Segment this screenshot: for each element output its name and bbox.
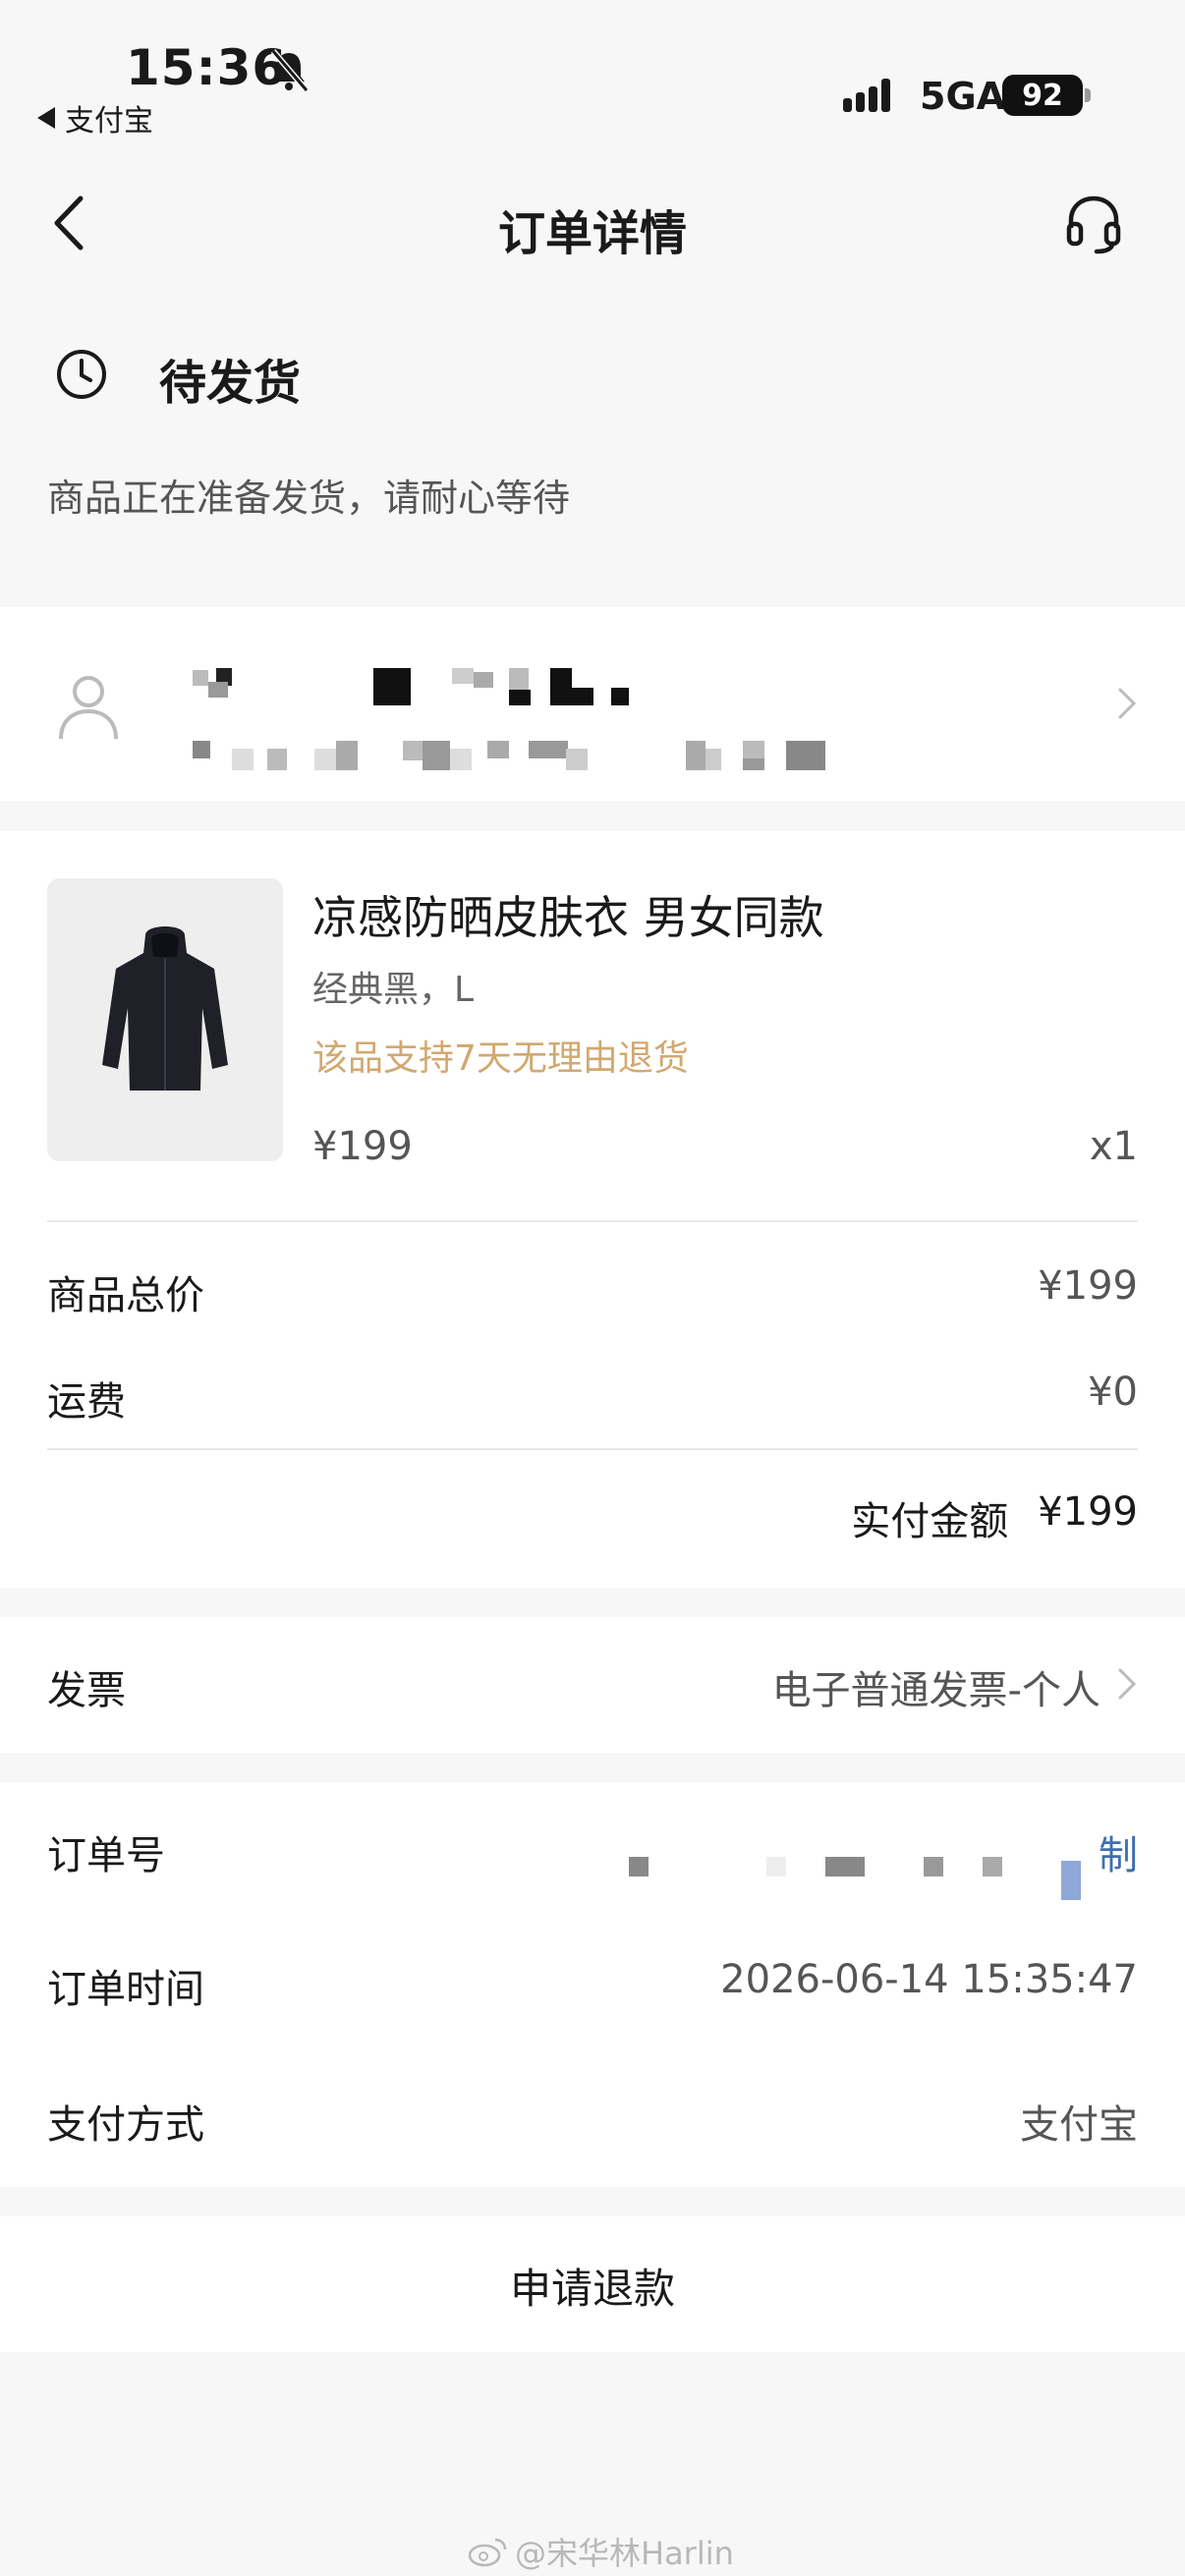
product-quantity: x1: [1089, 1124, 1138, 1169]
apply-refund-button[interactable]: 申请退款: [0, 2256, 1185, 2316]
subtotal-value: ¥199: [1038, 1263, 1138, 1309]
product-price: ¥199: [312, 1124, 413, 1169]
invoice-row[interactable]: 发票 电子普通发票-个人: [0, 1617, 1185, 1753]
battery-tip: [1085, 88, 1091, 102]
order-time-value: 2026-06-14 15:35:47: [720, 1957, 1138, 2002]
order-info-card: 订单号 制 订单时间 2026-06-14 15:35:47 支付方式 支付宝: [0, 1782, 1185, 2187]
chevron-right-icon: [1118, 1668, 1137, 1700]
battery-icon: 92: [1002, 75, 1083, 116]
invoice-value: 电子普通发票-个人: [771, 1668, 1100, 1713]
address-card[interactable]: [0, 607, 1185, 801]
redacted-address: [193, 668, 825, 770]
subtotal-label: 商品总价: [47, 1273, 204, 1318]
invoice-label: 发票: [47, 1668, 126, 1713]
order-status-section: 待发货 商品正在准备发货，请耐心等待: [0, 334, 1185, 604]
watermark: @宋华林Harlin: [468, 2529, 734, 2574]
status-bar: 15:36 支付宝 5GA 92: [0, 0, 1185, 147]
battery-level: 92: [1022, 78, 1063, 113]
product-image[interactable]: [47, 878, 283, 1161]
page-title: 订单详情: [497, 206, 687, 261]
shipping-label: 运费: [47, 1379, 126, 1425]
order-status-title: 待发货: [159, 356, 302, 411]
shipping-value: ¥0: [1088, 1370, 1138, 1415]
weibo-icon: [468, 2538, 507, 2567]
network-label: 5GA: [920, 75, 1006, 118]
chevron-right-icon: [1118, 688, 1137, 719]
product-spec: 经典黑，L: [312, 970, 475, 1010]
refund-card: 申请退款: [0, 2216, 1185, 2352]
product-card: 凉感防晒皮肤衣 男女同款 经典黑，L 该品支持7天无理由退货 ¥199 x1 商…: [0, 831, 1185, 1588]
paid-value: ¥199: [1038, 1489, 1138, 1535]
person-icon: [59, 676, 118, 740]
paid-amount-row: 实付金额 ¥199: [851, 1489, 1138, 1546]
divider: [47, 1448, 1138, 1450]
watermark-text: @宋华林Harlin: [515, 2535, 734, 2572]
divider: [47, 1220, 1138, 1222]
order-time-label: 订单时间: [47, 1967, 204, 2012]
order-status-description: 商品正在准备发货，请耐心等待: [47, 476, 571, 520]
back-triangle-icon: [37, 107, 55, 129]
headset-icon[interactable]: [1061, 191, 1126, 255]
bell-muted-icon: [270, 49, 310, 92]
payment-method-label: 支付方式: [47, 2102, 204, 2148]
signal-icon: [843, 79, 890, 112]
jacket-icon: [102, 926, 228, 1091]
order-number-label: 订单号: [47, 1833, 165, 1878]
redacted-order-number: [629, 1857, 1081, 1900]
nav-bar: 订单详情: [0, 167, 1185, 280]
back-app-label: 支付宝: [65, 104, 153, 139]
product-name: 凉感防晒皮肤衣 男女同款: [312, 891, 824, 944]
payment-method-value: 支付宝: [1020, 2102, 1138, 2148]
copy-order-number-button[interactable]: 制: [1099, 1823, 1138, 1880]
back-to-app[interactable]: 支付宝: [37, 96, 153, 140]
paid-label: 实付金额: [851, 1499, 1009, 1544]
return-policy-text: 该品支持7天无理由退货: [312, 1038, 689, 1079]
status-time: 15:36: [126, 39, 288, 96]
clock-icon: [57, 350, 106, 399]
